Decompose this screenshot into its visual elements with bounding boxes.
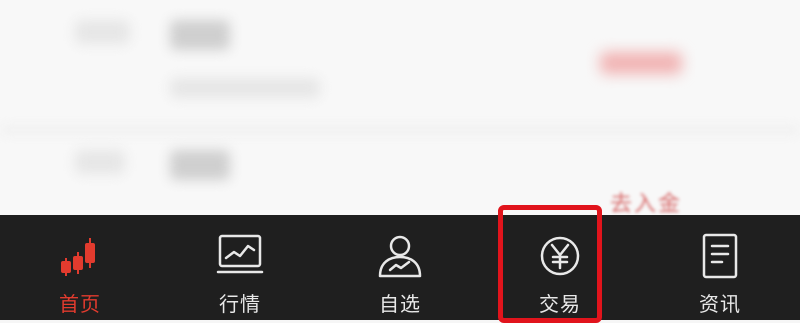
- row-icon-placeholder: [75, 20, 130, 44]
- row-divider-placeholder: [0, 128, 800, 132]
- deposit-link-text[interactable]: 去入金: [610, 186, 682, 215]
- tab-news-label: 资讯: [699, 292, 741, 316]
- tab-market[interactable]: 行情: [180, 215, 300, 316]
- row-icon-placeholder: [75, 150, 125, 174]
- row-title-placeholder: [170, 20, 230, 50]
- line-chart-monitor-icon: [214, 230, 266, 282]
- tab-news[interactable]: 资讯: [660, 215, 780, 316]
- yen-coin-icon: [534, 230, 586, 282]
- document-icon: [694, 230, 746, 282]
- tab-watchlist-label: 自选: [379, 292, 421, 316]
- tab-trade[interactable]: 交易: [500, 215, 620, 316]
- tab-home-label: 首页: [59, 292, 101, 316]
- candlestick-chart-icon: [54, 230, 106, 282]
- bottom-tab-bar: 首页 行情 自选 交易 资讯: [0, 215, 800, 320]
- tab-watchlist[interactable]: 自选: [340, 215, 460, 316]
- row-title-placeholder: [170, 150, 230, 180]
- main-content-blurred: 去入金: [0, 0, 800, 215]
- row-action-placeholder: [600, 52, 682, 74]
- tab-market-label: 行情: [219, 292, 261, 316]
- tab-trade-label: 交易: [539, 292, 581, 316]
- tab-home[interactable]: 首页: [20, 215, 140, 316]
- user-chart-icon: [374, 230, 426, 282]
- row-subtitle-placeholder: [170, 78, 320, 98]
